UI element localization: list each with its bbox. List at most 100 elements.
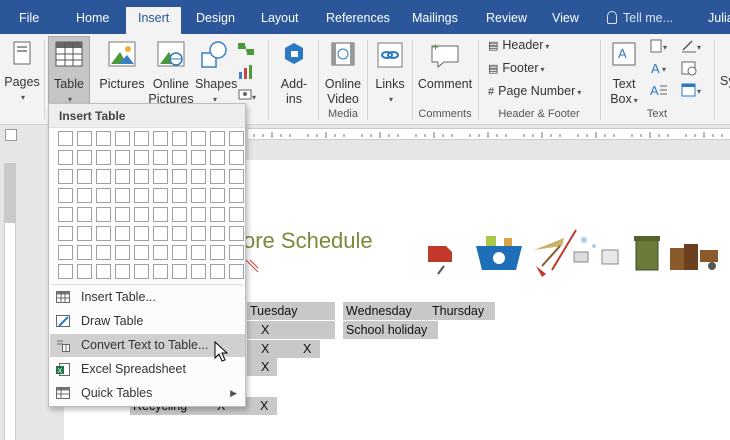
grid-cell[interactable] xyxy=(191,188,206,203)
smartart-icon[interactable] xyxy=(237,40,255,58)
tab-references[interactable]: References xyxy=(326,0,390,34)
horizontal-ruler[interactable] xyxy=(248,128,730,140)
grid-cell[interactable] xyxy=(210,207,225,222)
grid-cell[interactable] xyxy=(58,207,73,222)
tab-view[interactable]: View xyxy=(552,0,579,34)
grid-cell[interactable] xyxy=(58,226,73,241)
grid-cell[interactable] xyxy=(77,150,92,165)
grid-cell[interactable] xyxy=(191,207,206,222)
table-cell[interactable]: X xyxy=(247,358,277,376)
shapes-button[interactable]: Shapes ▾ xyxy=(195,40,237,107)
table-cell[interactable]: X xyxy=(290,340,320,358)
tell-me-search[interactable]: Tell me... xyxy=(623,11,673,25)
tab-review[interactable]: Review xyxy=(486,0,527,34)
menu-item-quick-tables[interactable]: Quick Tables ▶ xyxy=(50,382,245,405)
grid-cell[interactable] xyxy=(153,207,168,222)
grid-cell[interactable] xyxy=(96,207,111,222)
grid-cell[interactable] xyxy=(229,264,244,279)
grid-cell[interactable] xyxy=(58,169,73,184)
grid-cell[interactable] xyxy=(96,131,111,146)
grid-cell[interactable] xyxy=(210,245,225,260)
grid-cell[interactable] xyxy=(153,150,168,165)
grid-cell[interactable] xyxy=(115,264,130,279)
grid-cell[interactable] xyxy=(191,131,206,146)
grid-cell[interactable] xyxy=(77,169,92,184)
page-number-button[interactable]: # Page Number ▾ xyxy=(488,84,581,98)
comment-button[interactable]: + Comment xyxy=(415,40,475,92)
grid-cell[interactable] xyxy=(229,226,244,241)
grid-cell[interactable] xyxy=(77,245,92,260)
user-name[interactable]: Julia xyxy=(708,11,730,25)
grid-cell[interactable] xyxy=(191,245,206,260)
grid-cell[interactable] xyxy=(58,188,73,203)
grid-cell[interactable] xyxy=(96,226,111,241)
object-icon[interactable]: ▾ xyxy=(680,82,706,98)
table-cell[interactable]: Wednesday xyxy=(343,302,429,320)
online-video-button[interactable]: Online Video xyxy=(322,40,364,107)
grid-cell[interactable] xyxy=(134,207,149,222)
grid-cell[interactable] xyxy=(153,188,168,203)
grid-cell[interactable] xyxy=(115,150,130,165)
grid-cell[interactable] xyxy=(77,207,92,222)
grid-cell[interactable] xyxy=(134,131,149,146)
grid-cell[interactable] xyxy=(77,188,92,203)
grid-cell[interactable] xyxy=(172,131,187,146)
grid-cell[interactable] xyxy=(229,188,244,203)
grid-cell[interactable] xyxy=(229,169,244,184)
grid-cell[interactable] xyxy=(210,150,225,165)
grid-cell[interactable] xyxy=(153,131,168,146)
grid-cell[interactable] xyxy=(115,226,130,241)
grid-cell[interactable] xyxy=(191,264,206,279)
menu-item-insert-table[interactable]: Insert Table... xyxy=(50,286,245,309)
table-cell[interactable]: Tuesday xyxy=(247,302,335,320)
grid-cell[interactable] xyxy=(210,169,225,184)
menu-item-draw-table[interactable]: Draw Table xyxy=(50,310,245,333)
chart-icon[interactable] xyxy=(237,63,255,81)
tab-layout[interactable]: Layout xyxy=(261,0,299,34)
grid-cell[interactable] xyxy=(191,226,206,241)
grid-cell[interactable] xyxy=(229,131,244,146)
grid-cell[interactable] xyxy=(134,245,149,260)
grid-cell[interactable] xyxy=(229,245,244,260)
date-time-icon[interactable] xyxy=(680,60,700,76)
grid-cell[interactable] xyxy=(115,188,130,203)
grid-cell[interactable] xyxy=(153,264,168,279)
grid-cell[interactable] xyxy=(210,226,225,241)
grid-cell[interactable] xyxy=(115,131,130,146)
table-cell[interactable]: Thursday xyxy=(429,302,495,320)
grid-cell[interactable] xyxy=(58,131,73,146)
grid-cell[interactable] xyxy=(191,169,206,184)
grid-cell[interactable] xyxy=(134,226,149,241)
text-box-button[interactable]: A Text Box ▾ xyxy=(606,40,642,108)
grid-cell[interactable] xyxy=(210,264,225,279)
grid-cell[interactable] xyxy=(172,264,187,279)
online-pictures-button[interactable]: Online Pictures xyxy=(148,40,194,107)
grid-cell[interactable] xyxy=(58,150,73,165)
grid-cell[interactable] xyxy=(77,131,92,146)
grid-cell[interactable] xyxy=(229,207,244,222)
grid-cell[interactable] xyxy=(210,131,225,146)
grid-cell[interactable] xyxy=(134,264,149,279)
grid-cell[interactable] xyxy=(58,264,73,279)
document-title[interactable]: ore Schedule xyxy=(243,228,373,254)
table-cell[interactable]: School holiday xyxy=(343,321,438,339)
grid-cell[interactable] xyxy=(172,188,187,203)
addins-button[interactable]: Add- ins xyxy=(276,40,312,107)
grid-cell[interactable] xyxy=(115,245,130,260)
tab-insert[interactable]: Insert xyxy=(126,7,182,34)
grid-cell[interactable] xyxy=(96,245,111,260)
grid-cell[interactable] xyxy=(210,188,225,203)
pictures-button[interactable]: Pictures xyxy=(99,40,145,92)
grid-cell[interactable] xyxy=(77,264,92,279)
grid-cell[interactable] xyxy=(96,264,111,279)
grid-cell[interactable] xyxy=(153,245,168,260)
screenshot-icon[interactable]: ▾ xyxy=(237,86,261,104)
drop-cap-icon[interactable]: A xyxy=(649,82,671,98)
signature-line-icon[interactable]: ▾ xyxy=(680,38,706,54)
tab-design[interactable]: Design xyxy=(196,0,235,34)
grid-cell[interactable] xyxy=(96,169,111,184)
grid-cell[interactable] xyxy=(77,226,92,241)
table-button[interactable]: Table ▾ xyxy=(48,36,90,104)
grid-cell[interactable] xyxy=(153,226,168,241)
grid-cell[interactable] xyxy=(172,207,187,222)
